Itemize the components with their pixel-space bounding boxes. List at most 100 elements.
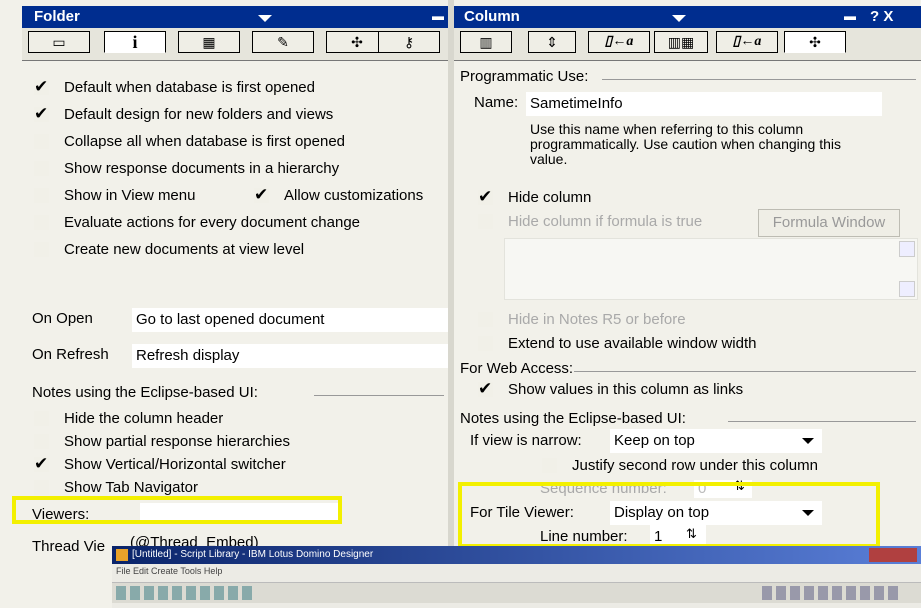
chevron-down-icon[interactable]	[802, 438, 814, 444]
folder-tabs: ▭ i ▦ ✎ ✣ ⚷	[22, 28, 450, 61]
on-open-label: On Open	[32, 310, 93, 327]
viewers-highlight	[12, 496, 342, 524]
tab-advanced[interactable]: ✣	[784, 31, 846, 53]
folder-title-bar[interactable]: Folder ▬	[22, 6, 450, 28]
checkbox-label: Show in View menu	[64, 187, 196, 204]
more-icon[interactable]: ▬	[844, 9, 856, 23]
tab-style[interactable]: ▦	[178, 31, 240, 53]
checkbox[interactable]	[34, 75, 49, 99]
checkbox[interactable]	[478, 312, 493, 327]
checkbox[interactable]	[34, 434, 49, 449]
checkbox-label: Hide column	[508, 189, 592, 206]
window-controls[interactable]	[869, 548, 917, 562]
style-icon: ▦	[202, 34, 216, 50]
tab-font[interactable]: ✎	[252, 31, 314, 53]
checkbox-label: Allow customizations	[284, 187, 424, 204]
propeller-icon: ✣	[809, 34, 821, 50]
section-divider	[574, 371, 916, 372]
designer-menu-bar[interactable]: File Edit Create Tools Help	[116, 566, 222, 576]
programmatic-use-label: Programmatic Use:	[460, 68, 589, 85]
formula-window-button[interactable]: Formula Window	[758, 209, 900, 237]
checkbox-label: Hide column if formula is true	[508, 213, 703, 230]
checkbox[interactable]	[34, 102, 49, 126]
key-icon: ⚷	[403, 34, 415, 50]
checkbox[interactable]	[34, 215, 49, 230]
checkbox[interactable]	[34, 480, 49, 495]
section-divider	[314, 395, 444, 396]
checkbox[interactable]	[542, 458, 557, 473]
tab-title[interactable]: ▯←a	[716, 31, 778, 53]
checkbox[interactable]	[34, 188, 49, 203]
tab-security[interactable]: ⚷	[378, 31, 440, 53]
tab-font[interactable]: ▯←a	[588, 31, 650, 53]
checkbox[interactable]	[254, 183, 269, 207]
help-close-buttons[interactable]: ? X	[870, 8, 893, 25]
checkbox-label: Collapse all when database is first open…	[64, 133, 346, 150]
eclipse-section-label: Notes using the Eclipse-based UI:	[32, 384, 258, 401]
column-title-bar[interactable]: Column ▬ ? X	[454, 6, 921, 28]
app-icon	[116, 549, 128, 561]
checkbox[interactable]	[478, 336, 493, 351]
more-icon[interactable]: ▬	[432, 9, 444, 23]
tab-basics[interactable]: ▭	[28, 31, 90, 53]
checkbox-label: Evaluate actions for every document chan…	[64, 214, 361, 231]
section-divider	[728, 421, 916, 422]
tile-viewer-highlight	[458, 482, 880, 548]
folder-title: Folder	[34, 8, 80, 25]
chevron-down-icon[interactable]	[672, 15, 686, 22]
formula-textarea[interactable]	[504, 238, 918, 300]
section-divider	[602, 79, 916, 80]
name-field[interactable]: SametimeInfo	[526, 92, 882, 116]
designer-toolbar	[112, 582, 921, 603]
on-refresh-label: On Refresh	[32, 346, 109, 363]
if-view-narrow-label: If view is narrow:	[470, 432, 582, 449]
eclipse-section-label: Notes using the Eclipse-based UI:	[460, 410, 686, 427]
pen-icon: ✎	[277, 34, 289, 50]
tab-sorting[interactable]: ⇕	[528, 31, 576, 53]
checkbox[interactable]	[478, 185, 493, 209]
title-font-icon: ▯←a	[732, 34, 762, 49]
thread-view-label: Thread Vie	[32, 538, 106, 555]
checkbox[interactable]	[34, 452, 49, 476]
folder-icon: ▭	[52, 34, 66, 50]
sort-icon: ⇕	[546, 34, 558, 50]
chevron-down-icon[interactable]	[258, 15, 272, 22]
number-icon: ▥▦	[667, 34, 695, 50]
designer-title-bar[interactable]: [Untitled] - Script Library - IBM Lotus …	[112, 546, 921, 564]
on-refresh-select[interactable]: Refresh display	[132, 344, 450, 368]
toolbar-icons-right[interactable]	[762, 586, 902, 600]
tab-column-info[interactable]: ▥	[460, 31, 512, 53]
designer-title: [Untitled] - Script Library - IBM Lotus …	[132, 549, 374, 560]
column-title: Column	[464, 8, 520, 25]
checkbox[interactable]	[478, 377, 493, 401]
name-help-text: Use this name when referring to this col…	[530, 121, 842, 167]
checkbox-label: Show response documents in a hierarchy	[64, 160, 340, 177]
checkbox-label: Create new documents at view level	[64, 241, 305, 258]
column-tabs: ▥ ⇕ ▯←a ▥▦ ▯←a ✣	[454, 28, 921, 61]
scroll-up-icon[interactable]	[899, 241, 915, 257]
checkbox-label: Hide in Notes R5 or before	[508, 311, 686, 328]
toolbar-icons[interactable]	[116, 586, 256, 600]
checkbox[interactable]	[34, 134, 49, 149]
font-icon: ▯←a	[604, 34, 634, 49]
checkbox[interactable]	[478, 214, 493, 229]
checkbox-label: Show partial response hierarchies	[64, 433, 290, 450]
checkbox-label: Hide the column header	[64, 410, 224, 427]
info-icon: i	[132, 32, 138, 52]
on-open-select[interactable]: Go to last opened document	[132, 308, 450, 332]
checkbox-label: Justify second row under this column	[572, 457, 818, 474]
web-access-label: For Web Access:	[460, 360, 574, 377]
checkbox[interactable]	[34, 411, 49, 426]
propeller-icon: ✣	[351, 34, 363, 50]
tab-number[interactable]: ▥▦	[654, 31, 708, 53]
checkbox-label: Show Vertical/Horizontal switcher	[64, 456, 286, 473]
checkbox-label: Extend to use available window width	[508, 335, 757, 352]
if-view-narrow-select[interactable]: Keep on top	[610, 429, 822, 453]
scroll-down-icon[interactable]	[899, 281, 915, 297]
checkbox-label: Show values in this column as links	[508, 381, 744, 398]
designer-window[interactable]: [Untitled] - Script Library - IBM Lotus …	[112, 546, 921, 608]
checkbox[interactable]	[34, 161, 49, 176]
checkbox-label: Default when database is first opened	[64, 79, 315, 96]
checkbox[interactable]	[34, 242, 49, 257]
tab-info[interactable]: i	[104, 31, 166, 53]
